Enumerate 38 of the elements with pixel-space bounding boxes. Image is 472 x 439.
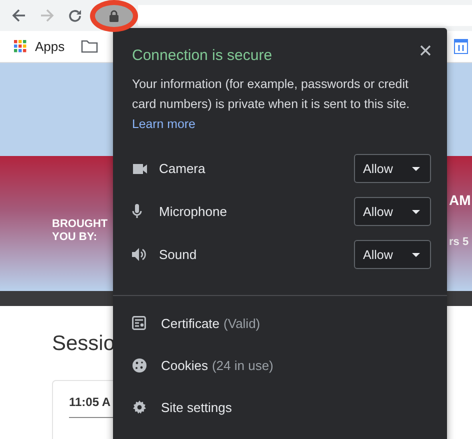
banner-text: rs 5 <box>449 236 469 248</box>
item-label: Cookies <box>161 358 208 372</box>
back-arrow-icon[interactable] <box>12 9 26 22</box>
close-icon <box>420 45 431 56</box>
section-heading: Sessio <box>52 332 116 357</box>
item-label: Certificate <box>161 316 220 330</box>
bookmark-link[interactable]: Apps <box>35 39 65 54</box>
item-note: (24 in use) <box>212 358 274 372</box>
banner-text: BROUGHT YOU BY: <box>52 218 109 244</box>
banner-text: AM <box>449 192 471 208</box>
microphone-icon <box>132 204 142 219</box>
permission-dropdown[interactable]: Allow <box>354 240 431 269</box>
menu-item[interactable]: Certificate (Valid) <box>113 302 447 344</box>
item-note: (Valid) <box>224 316 260 330</box>
permission-dropdown[interactable]: Allow <box>354 154 431 183</box>
caret-icon <box>412 252 420 256</box>
lock-button-highlight[interactable] <box>90 0 138 32</box>
menu-item[interactable]: Cookies (24 in use) <box>113 344 447 386</box>
folder-icon[interactable] <box>80 40 98 53</box>
apps-grid-icon[interactable] <box>14 40 27 53</box>
permission-label: Sound <box>159 247 198 262</box>
item-label: Site settings <box>161 400 232 414</box>
caret-icon <box>412 210 420 214</box>
permission-label: Camera <box>159 161 206 176</box>
caret-icon <box>412 166 420 170</box>
learn-more-link[interactable]: Learn more <box>132 117 196 131</box>
popup-title: Connection is secure <box>132 47 272 64</box>
speaker-icon <box>132 248 147 261</box>
description-text: Your information (for example, passwords or credit card numbers) is private when it is sent to this site. Learn more <box>131 76 411 133</box>
calendar-icon[interactable] <box>454 39 468 54</box>
permission-label: Microphone <box>159 204 228 219</box>
permission-dropdown[interactable]: Allow <box>354 197 431 226</box>
video-camera-icon <box>132 162 148 174</box>
reload-icon[interactable] <box>68 8 82 22</box>
gear-icon <box>132 400 147 414</box>
lock-icon <box>109 10 119 22</box>
cookie-icon <box>132 358 147 372</box>
certificate-icon <box>132 316 146 330</box>
